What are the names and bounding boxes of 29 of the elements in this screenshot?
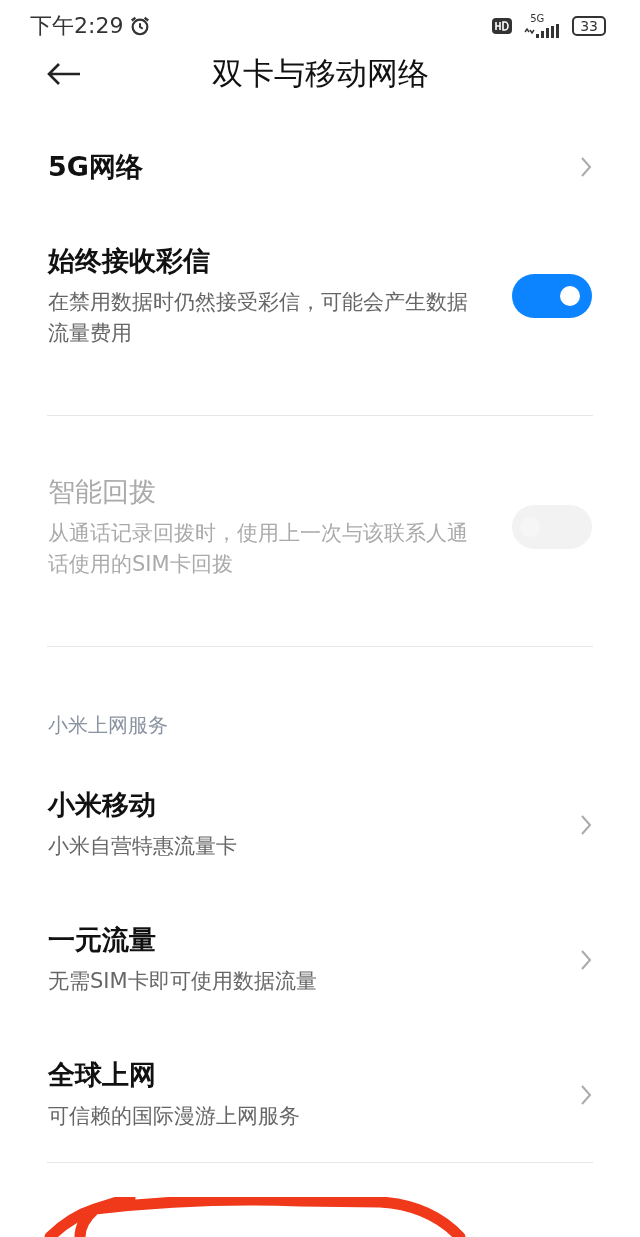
toggle-switch[interactable] [512,273,592,318]
network-type: 5G [530,13,545,24]
settings-item[interactable]: 小米移动 小米自营特惠流量卡 [0,757,640,893]
section-header: 小米上网服务 [47,712,169,740]
item-title: 小米移动 [48,788,157,823]
alarm-clock-icon [129,14,152,37]
page-title: 双卡与移动网络 [211,54,429,94]
back-arrow-icon[interactable] [46,62,82,87]
signal-icon [524,23,561,38]
chevron-icon [580,948,592,971]
settings-item[interactable]: 5G网络 [0,126,640,219]
item-title: 全球上网 [48,1058,157,1093]
item-subtitle: 无需SIM卡即可使用数据流量 [48,968,318,996]
chevron-icon [580,813,592,836]
battery-indicator: 33 [572,15,606,36]
item-title: 5G网络 [48,149,144,184]
item-subtitle: 可信赖的国际漫游上网服务 [48,1103,301,1131]
item-title: 一元流量 [48,923,157,958]
hd-icon [492,17,513,34]
status-time: 下午2:29 [30,11,124,40]
chevron-icon [580,1083,592,1106]
item-subtitle: 从通话记录回拨时，使用上一次与该联系人通话使用的SIM卡回拨 [48,519,469,578]
item-subtitle: 小米自营特惠流量卡 [48,833,238,861]
item-title: 始终接收彩信 [48,243,211,278]
settings-item[interactable]: 一元流量 无需SIM卡即可使用数据流量 [0,892,640,1028]
settings-item[interactable]: 全球上网 可信赖的国际漫游上网服务 [0,1027,640,1163]
item-subtitle: 在禁用数据时仍然接受彩信，可能会产生数据流量费用 [48,288,469,347]
item-title: 智能回拨 [48,474,157,509]
chevron-icon [580,155,592,178]
